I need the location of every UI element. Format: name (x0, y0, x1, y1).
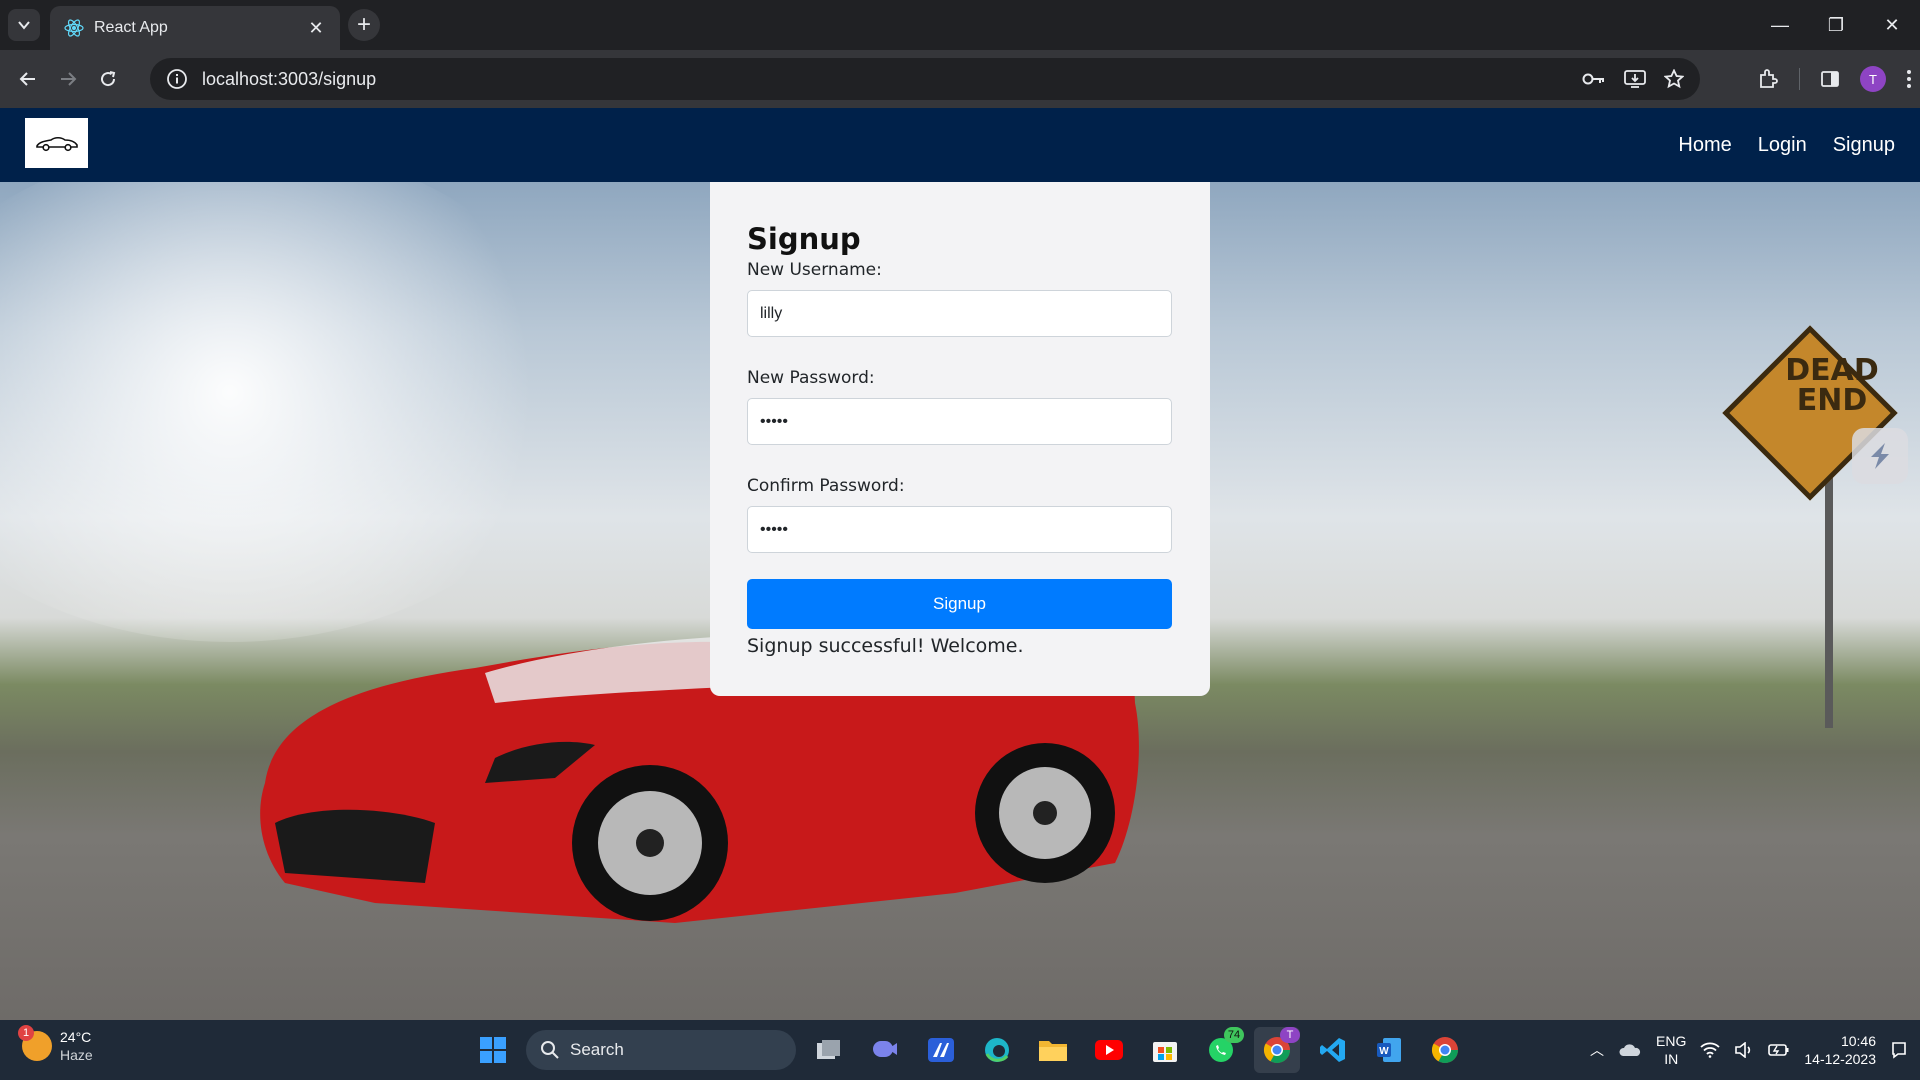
browser-tabstrip: React App ✕ + — ❐ ✕ (0, 0, 1920, 50)
file-explorer-icon[interactable] (1030, 1027, 1076, 1073)
new-tab-button[interactable]: + (348, 9, 380, 41)
signup-button[interactable]: Signup (747, 579, 1172, 629)
search-label: Search (570, 1040, 624, 1059)
weather-badge: 1 (18, 1025, 34, 1041)
car-logo-icon (35, 136, 78, 152)
notification-icon[interactable] (1890, 1041, 1908, 1059)
chrome-icon[interactable]: T (1254, 1027, 1300, 1073)
weather-temperature: 24°C (60, 1029, 92, 1045)
nav-login-link[interactable]: Login (1758, 134, 1807, 157)
browser-tab[interactable]: React App ✕ (50, 6, 340, 50)
key-icon[interactable] (1582, 71, 1606, 87)
clock[interactable]: 10:46 14-12-2023 (1804, 1032, 1876, 1068)
clock-time: 10:46 (1840, 1033, 1876, 1049)
restore-icon[interactable]: ❐ (1808, 0, 1864, 50)
tab-search-button[interactable] (8, 9, 40, 41)
brand-logo[interactable] (25, 118, 88, 168)
taskbar-apps: Search 74 T W (470, 1026, 1468, 1074)
task-view-icon[interactable] (806, 1027, 852, 1073)
chrome-profile-badge: T (1280, 1027, 1300, 1043)
language-indicator[interactable]: ENG IN (1656, 1032, 1686, 1068)
signup-title: Signup (747, 222, 861, 256)
weather-condition: Haze (60, 1047, 93, 1063)
tab-close-icon[interactable]: ✕ (306, 18, 326, 38)
dead-end-sign-text: DEAD END (1752, 356, 1912, 416)
page-viewport: DEAD END Home Login Signup Signup New Us… (0, 108, 1920, 1020)
svg-text:W: W (1379, 1046, 1389, 1057)
battery-icon[interactable] (1768, 1042, 1790, 1058)
install-app-icon[interactable] (1624, 69, 1646, 89)
address-bar[interactable]: localhost:3003/signup (150, 58, 1700, 100)
lang-line-1: ENG (1656, 1033, 1687, 1049)
taskbar-search[interactable]: Search (526, 1030, 796, 1070)
app-navbar: Home Login Signup (0, 108, 1920, 182)
nav-signup-link[interactable]: Signup (1833, 134, 1895, 157)
nav-home-link[interactable]: Home (1678, 134, 1731, 157)
floating-extension-button[interactable] (1852, 428, 1908, 484)
ms-store-icon[interactable] (1142, 1027, 1188, 1073)
lang-line-2: IN (1664, 1051, 1679, 1067)
vscode-icon[interactable] (1310, 1027, 1356, 1073)
word-icon[interactable]: W (1366, 1027, 1412, 1073)
sign-line-1: DEAD (1785, 353, 1879, 388)
weather-haze-icon: 1 (18, 1025, 52, 1061)
start-windows-icon[interactable] (470, 1027, 516, 1073)
edge-icon[interactable] (974, 1027, 1020, 1073)
volume-icon[interactable] (1734, 1042, 1754, 1058)
tab-title: React App (94, 19, 168, 36)
wifi-icon[interactable] (1700, 1042, 1720, 1058)
bookmark-star-icon[interactable] (1664, 69, 1684, 89)
react-icon (64, 19, 84, 37)
whatsapp-icon[interactable]: 74 (1198, 1027, 1244, 1073)
onedrive-icon[interactable] (1618, 1042, 1642, 1058)
whatsapp-badge: 74 (1224, 1027, 1244, 1043)
chevron-down-icon (18, 21, 30, 30)
sun-glow (0, 142, 580, 642)
clock-date: 14-12-2023 (1804, 1051, 1876, 1067)
search-icon (541, 1041, 559, 1059)
reload-icon[interactable] (88, 59, 128, 99)
menu-dots-icon[interactable] (1906, 69, 1912, 89)
youtube-icon[interactable] (1086, 1027, 1132, 1073)
extensions-icon[interactable] (1757, 68, 1779, 90)
side-panel-icon[interactable] (1820, 69, 1840, 89)
teams-chat-icon[interactable] (862, 1027, 908, 1073)
url-text: localhost:3003/signup (202, 68, 377, 89)
confirm-password-label: Confirm Password: (747, 476, 905, 496)
password-input[interactable]: ••••• (747, 398, 1172, 445)
window-controls: — ❐ ✕ (1752, 0, 1920, 50)
toolbar-separator (1799, 68, 1800, 90)
nav-links: Home Login Signup (1678, 108, 1895, 182)
success-message: Signup successful! Welcome. (747, 635, 1024, 657)
system-tray: ︿ ENG IN 10:46 14-12-2023 (1590, 1028, 1908, 1072)
username-input[interactable]: lilly (747, 290, 1172, 337)
back-icon[interactable] (8, 59, 48, 99)
signup-card: Signup New Username: lilly New Password:… (710, 182, 1210, 696)
forward-icon[interactable] (48, 59, 88, 99)
lightning-icon (1871, 443, 1889, 469)
confirm-password-input[interactable]: ••••• (747, 506, 1172, 553)
chrome-second-icon[interactable] (1422, 1027, 1468, 1073)
taskbar: 1 24°C Haze Search 74 T W ︿ ENG IN 10:46… (0, 1020, 1920, 1080)
minimize-icon[interactable]: — (1752, 0, 1808, 50)
profile-avatar[interactable]: T (1860, 66, 1886, 92)
site-info-icon[interactable] (166, 68, 188, 90)
powerautomate-icon[interactable] (918, 1027, 964, 1073)
username-label: New Username: (747, 260, 882, 280)
sign-pole (1825, 468, 1833, 728)
sign-line-2: END (1796, 383, 1868, 418)
password-label: New Password: (747, 368, 875, 388)
weather-widget[interactable]: 1 24°C Haze (18, 1025, 93, 1064)
tray-chevron-up-icon[interactable]: ︿ (1590, 1040, 1604, 1060)
close-window-icon[interactable]: ✕ (1864, 0, 1920, 50)
browser-toolbar: localhost:3003/signup T (0, 50, 1920, 108)
